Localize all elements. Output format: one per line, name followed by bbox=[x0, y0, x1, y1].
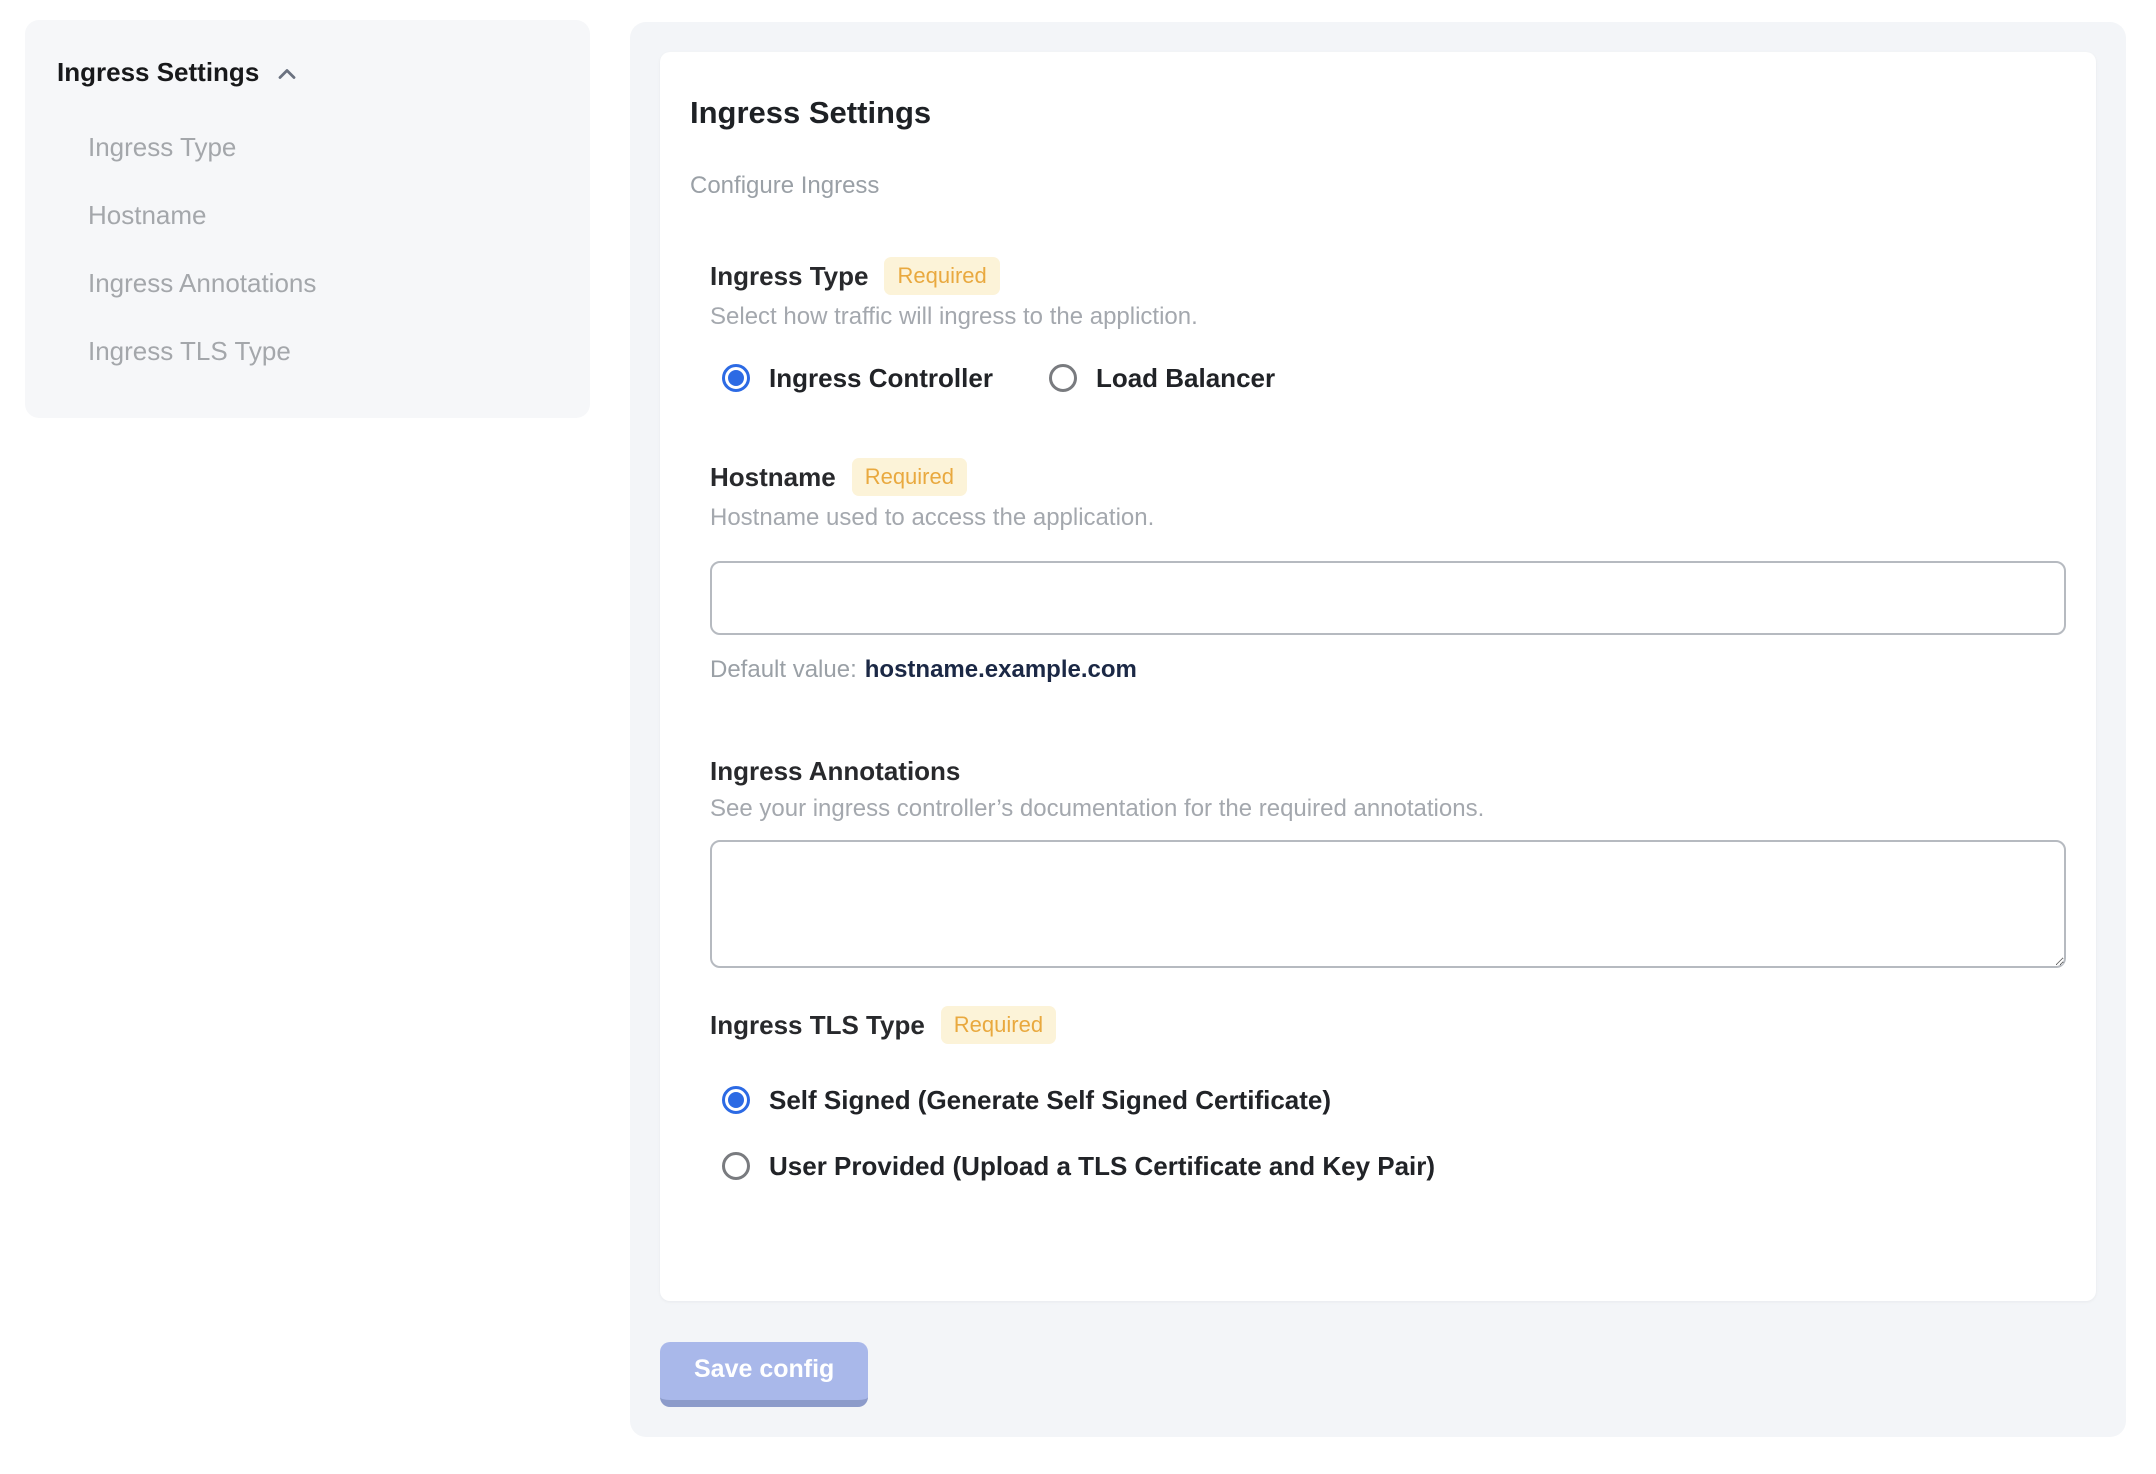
hostname-description: Hostname used to access the application. bbox=[710, 504, 1155, 531]
section-ingress-tls-type: Ingress TLS Type Required Self Signed (G… bbox=[710, 1006, 2066, 1182]
required-badge: Required bbox=[940, 1006, 1057, 1044]
radio-icon bbox=[722, 364, 750, 392]
hostname-default-line: Default value: hostname.example.com bbox=[710, 655, 2066, 685]
radio-label: Ingress Controller bbox=[769, 363, 993, 393]
radio-icon bbox=[722, 1152, 750, 1180]
sidebar-item-ingress-type[interactable]: Ingress Type bbox=[88, 130, 558, 164]
save-config-button[interactable]: Save config bbox=[660, 1342, 869, 1407]
section-hostname: Hostname Required Hostname used to acces… bbox=[710, 458, 2066, 685]
field-label-row: Ingress Annotations bbox=[710, 755, 2066, 787]
radio-self-signed[interactable]: Self Signed (Generate Self Signed Certif… bbox=[722, 1084, 1331, 1116]
required-badge: Required bbox=[851, 458, 967, 496]
ingress-annotations-label: Ingress Annotations bbox=[710, 756, 961, 786]
page-subtitle: Configure Ingress bbox=[690, 172, 880, 199]
radio-label: Self Signed (Generate Self Signed Certif… bbox=[769, 1085, 1332, 1115]
section-ingress-type: Ingress Type Required Select how traffic… bbox=[710, 257, 2066, 394]
radio-icon bbox=[722, 1086, 750, 1114]
radio-user-provided[interactable]: User Provided (Upload a TLS Certificate … bbox=[722, 1150, 1435, 1182]
ingress-tls-type-label: Ingress TLS Type bbox=[710, 1010, 925, 1040]
hostname-label: Hostname bbox=[710, 462, 836, 492]
radio-label: Load Balancer bbox=[1095, 363, 1276, 393]
ingress-type-options: Ingress Controller Load Balancer bbox=[710, 362, 2066, 394]
chevron-up-icon bbox=[278, 68, 296, 79]
radio-ingress-controller[interactable]: Ingress Controller bbox=[722, 362, 993, 394]
field-label-row: Ingress TLS Type Required bbox=[710, 1006, 2066, 1044]
hostname-input[interactable] bbox=[710, 561, 2066, 635]
required-badge: Required bbox=[884, 257, 1000, 295]
ingress-tls-type-options: Self Signed (Generate Self Signed Certif… bbox=[710, 1084, 2066, 1182]
radio-label: User Provided (Upload a TLS Certificate … bbox=[769, 1151, 1436, 1181]
section-ingress-annotations: Ingress Annotations See your ingress con… bbox=[710, 755, 2066, 968]
field-label-row: Ingress Type Required bbox=[710, 257, 2066, 295]
ingress-settings-card: Ingress Settings Configure Ingress Ingre… bbox=[660, 52, 2096, 1301]
default-value: hostname.example.com bbox=[864, 656, 1137, 683]
settings-panel: Ingress Settings Configure Ingress Ingre… bbox=[630, 22, 2126, 1437]
ingress-type-description: Select how traffic will ingress to the a… bbox=[710, 303, 1198, 330]
sidebar-item-ingress-annotations[interactable]: Ingress Annotations bbox=[88, 266, 558, 300]
form-sections: Ingress Type Required Select how traffic… bbox=[710, 257, 2066, 1182]
default-value-label: Default value: bbox=[710, 656, 857, 683]
sidebar-item-ingress-tls-type[interactable]: Ingress TLS Type bbox=[88, 334, 558, 368]
settings-sidebar: Ingress Settings Ingress Type Hostname I… bbox=[25, 20, 590, 418]
ingress-annotations-textarea[interactable] bbox=[710, 840, 2066, 968]
sidebar-item-hostname[interactable]: Hostname bbox=[88, 198, 558, 232]
radio-icon bbox=[1048, 364, 1077, 392]
radio-load-balancer[interactable]: Load Balancer bbox=[1048, 362, 1276, 394]
ingress-annotations-description: See your ingress controller’s documentat… bbox=[710, 795, 1485, 822]
ingress-type-label: Ingress Type bbox=[710, 261, 869, 291]
field-label-row: Hostname Required bbox=[710, 458, 2066, 496]
sidebar-section-title: Ingress Settings bbox=[57, 57, 260, 87]
sidebar-section-toggle[interactable]: Ingress Settings bbox=[57, 56, 558, 88]
sidebar-nav-list: Ingress Type Hostname Ingress Annotation… bbox=[57, 130, 558, 368]
page-title: Ingress Settings bbox=[690, 95, 932, 130]
